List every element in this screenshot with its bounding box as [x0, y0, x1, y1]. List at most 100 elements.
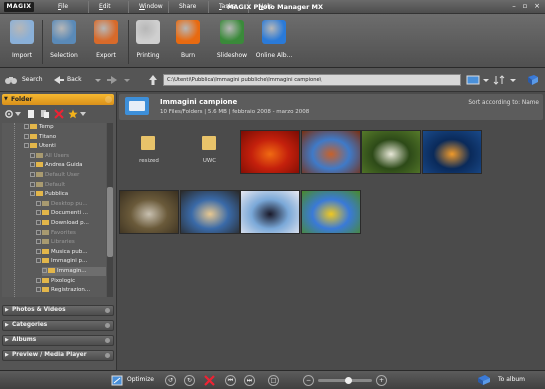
view-dropdown-icon[interactable]: [479, 74, 493, 86]
hydrangeas-thumbnail[interactable]: [361, 130, 421, 174]
tree-item[interactable]: Default User: [30, 171, 106, 180]
expand-toggle-icon[interactable]: [36, 258, 41, 264]
panel-photos-videos[interactable]: ▶ Photos & Videos: [2, 305, 114, 316]
folder-thumbnail[interactable]: UWC: [180, 130, 240, 174]
panel-options-icon[interactable]: [105, 96, 112, 103]
minimize-icon[interactable]: –: [509, 2, 519, 11]
expand-toggle-icon[interactable]: [36, 229, 41, 235]
tree-item[interactable]: Immagini p...: [36, 257, 106, 266]
printing-button[interactable]: Printing: [131, 16, 165, 66]
chrysanthemum-thumbnail[interactable]: [240, 130, 300, 174]
zoom-slider-knob[interactable]: [345, 377, 352, 384]
expand-toggle-icon[interactable]: [30, 152, 35, 158]
jellyfish-thumbnail[interactable]: [421, 130, 482, 174]
tree-item[interactable]: Pixologic: [36, 277, 106, 286]
panel-preview-media-player[interactable]: ▶ Preview / Media Player: [2, 350, 114, 361]
optimize-button[interactable]: Optimize: [127, 376, 154, 383]
sort-dropdown-icon[interactable]: [506, 74, 520, 86]
expand-toggle-icon[interactable]: [30, 172, 35, 177]
sort-icon[interactable]: [493, 74, 507, 86]
tree-item[interactable]: Desktop pu...: [36, 200, 106, 209]
back-button[interactable]: Back: [67, 74, 82, 86]
expand-toggle-icon[interactable]: [42, 268, 47, 273]
folder-thumbnail[interactable]: resized: [119, 130, 179, 174]
zoom-in-icon[interactable]: +: [376, 375, 387, 386]
view-mode-icon[interactable]: [466, 74, 480, 86]
panel-options-icon[interactable]: [105, 323, 110, 328]
export-button[interactable]: Export: [86, 16, 126, 66]
maximize-icon[interactable]: ▫: [520, 2, 530, 11]
back-arrow-icon[interactable]: [52, 74, 66, 86]
new-folder-icon[interactable]: [26, 109, 36, 119]
slideshow-button[interactable]: Slideshow: [212, 16, 252, 66]
tree-item[interactable]: Titano: [24, 133, 106, 142]
expand-toggle-icon[interactable]: [36, 210, 41, 216]
binoculars-icon[interactable]: [4, 74, 18, 86]
fullscreen-icon[interactable]: □: [268, 375, 279, 386]
online-alb-button[interactable]: Online Alb...: [254, 16, 294, 66]
expand-toggle-icon[interactable]: [36, 200, 41, 206]
star-dropdown-icon[interactable]: [80, 111, 86, 117]
sort-label[interactable]: Sort according to: Name: [468, 100, 539, 106]
expand-toggle-icon[interactable]: [30, 181, 35, 187]
menu-share[interactable]: Share: [168, 1, 208, 13]
skip-back-icon[interactable]: ⏮: [225, 375, 236, 386]
expand-toggle-icon[interactable]: [36, 239, 41, 245]
optimize-icon[interactable]: [111, 375, 123, 386]
expand-toggle-icon[interactable]: [36, 248, 41, 254]
dropdown-arrow-icon[interactable]: [91, 74, 105, 86]
panel-options-icon[interactable]: [105, 338, 110, 343]
zoom-slider[interactable]: [318, 377, 372, 384]
expand-toggle-icon[interactable]: [36, 277, 41, 283]
lighthouse-thumbnail[interactable]: [179, 190, 240, 234]
tree-item[interactable]: Documenti ...: [36, 209, 106, 218]
desert-thumbnail[interactable]: [300, 130, 361, 174]
to-album-icon[interactable]: [476, 374, 492, 386]
selection-button[interactable]: Selection: [44, 16, 84, 66]
panel-categories[interactable]: ▶ Categories: [2, 320, 114, 331]
panel-options-icon[interactable]: [105, 353, 110, 358]
tree-item[interactable]: Musica pub...: [36, 248, 106, 257]
rotate-right-icon[interactable]: ↻: [184, 375, 195, 386]
import-button[interactable]: Import: [4, 16, 40, 66]
zoom-out-icon[interactable]: −: [303, 375, 314, 386]
menu-window[interactable]: Window: [128, 1, 168, 13]
forward-arrow-icon[interactable]: [105, 74, 119, 86]
expand-toggle-icon[interactable]: [24, 143, 29, 149]
rotate-left-icon[interactable]: ↺: [165, 375, 176, 386]
tree-item[interactable]: Immagin...: [42, 267, 106, 276]
forward-dropdown-icon[interactable]: [120, 74, 134, 86]
tree-item[interactable]: Default: [30, 181, 106, 190]
album-book-icon[interactable]: [526, 74, 540, 86]
to-album-button[interactable]: To album: [498, 376, 525, 383]
tree-item[interactable]: Andrea Guida: [30, 161, 106, 170]
tree-item[interactable]: Utenti: [24, 142, 106, 151]
penguins-thumbnail[interactable]: [240, 190, 300, 234]
folder-panel-header[interactable]: ▼ Folder: [2, 94, 114, 105]
delete-x-icon[interactable]: [204, 375, 215, 386]
path-field[interactable]: C:\Utenti\Pubblica\Immagini pubbliche\Im…: [163, 74, 461, 86]
copy-folder-icon[interactable]: [40, 109, 50, 119]
skip-forward-icon[interactable]: ⏭: [244, 375, 255, 386]
expand-toggle-icon[interactable]: [36, 220, 41, 225]
menu-file[interactable]: File: [48, 1, 88, 13]
expand-toggle-icon[interactable]: [24, 124, 29, 129]
gear-dropdown-icon[interactable]: [15, 111, 21, 117]
favorite-star-icon[interactable]: [68, 109, 78, 119]
search-button[interactable]: Search: [22, 74, 43, 86]
tree-item[interactable]: Download p...: [36, 219, 106, 228]
tree-item[interactable]: Temp: [24, 123, 106, 132]
expand-toggle-icon[interactable]: [24, 133, 29, 139]
tree-item[interactable]: Favorites: [36, 229, 106, 238]
burn-button[interactable]: Burn: [172, 16, 204, 66]
tree-item[interactable]: Pubblica: [30, 190, 106, 199]
tree-item[interactable]: Libraries: [36, 238, 106, 247]
tulips-thumbnail[interactable]: [300, 190, 361, 234]
tree-scrollbar[interactable]: [107, 123, 113, 297]
panel-options-icon[interactable]: [105, 308, 110, 313]
tree-item[interactable]: Registrazion...: [36, 286, 106, 295]
menu-edit[interactable]: Edit: [88, 1, 128, 13]
up-folder-icon[interactable]: [146, 74, 160, 86]
tree-item[interactable]: All Users: [30, 152, 106, 161]
expand-toggle-icon[interactable]: [36, 287, 41, 293]
